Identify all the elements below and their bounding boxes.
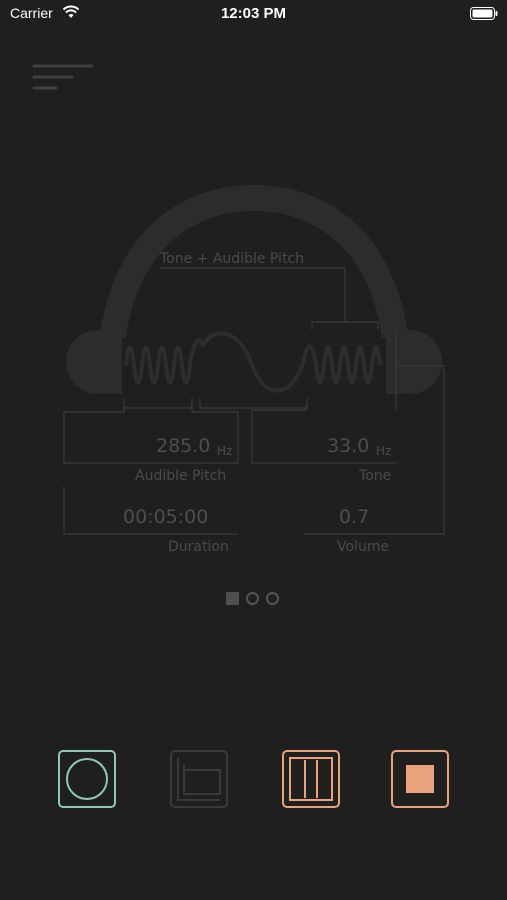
audible-pitch-unit: Hz (217, 444, 233, 458)
audible-pitch-label: Audible Pitch (135, 468, 227, 484)
tone-label: Tone (359, 468, 392, 484)
volume-label: Volume (337, 539, 390, 555)
left-earcup-shape (66, 330, 122, 394)
page-dot-current[interactable] (226, 592, 239, 605)
battery-icon (470, 7, 498, 20)
duration-label: Duration (168, 539, 229, 555)
volume-value: 0.7 (339, 506, 370, 528)
stop-button[interactable] (391, 750, 449, 808)
graph-button[interactable] (170, 750, 228, 808)
clock: 12:03 PM (220, 5, 287, 22)
tone-value: 33.0 (327, 435, 370, 457)
record-button[interactable] (58, 750, 116, 808)
page-indicator (224, 592, 284, 608)
stop-icon (391, 750, 449, 808)
menu-icon (32, 64, 94, 90)
pause-button[interactable] (282, 750, 340, 808)
diagram-title: Tone + Audible Pitch (160, 251, 305, 267)
duration-value: 00:05:00 (123, 506, 209, 528)
graph-icon (170, 750, 228, 808)
record-icon (58, 750, 116, 808)
pause-icon (282, 750, 340, 808)
status-bar: Carrier 12:03 PM (0, 0, 507, 28)
page-dot[interactable] (246, 592, 259, 605)
right-earcup-shape (385, 330, 442, 394)
audible-pitch-value: 285.0 (156, 435, 211, 457)
headphone-diagram (63, 184, 445, 535)
tone-unit: Hz (376, 444, 392, 458)
page-dot[interactable] (266, 592, 279, 605)
menu-button[interactable] (30, 60, 96, 96)
